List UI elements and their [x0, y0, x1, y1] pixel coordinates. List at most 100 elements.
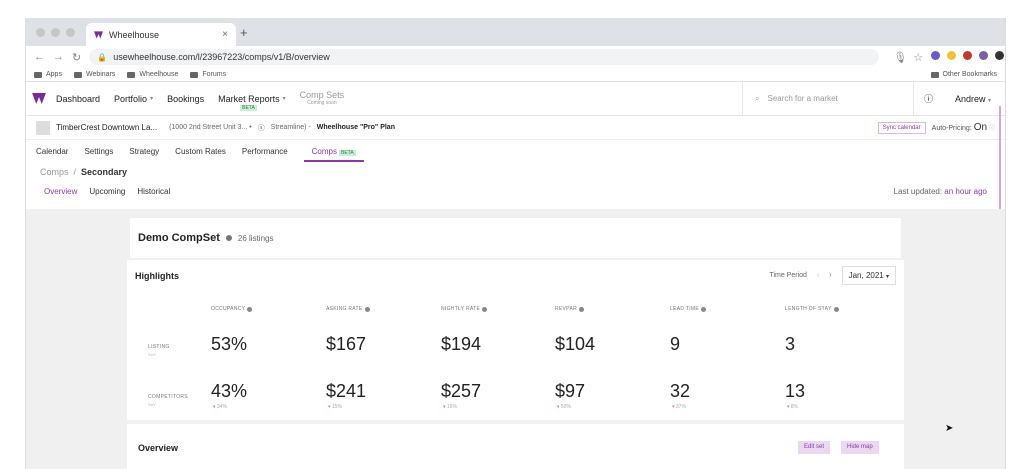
property-address: (1000 2nd Street Unit 3... • — [169, 124, 252, 131]
tab-historical[interactable]: Historical — [137, 187, 170, 196]
close-window-icon[interactable] — [36, 28, 45, 37]
forward-icon[interactable]: → — [53, 51, 64, 63]
hide-map-button[interactable]: Hide map — [841, 441, 879, 454]
nav-market-reports[interactable]: Market Reports ▾ BETA — [218, 94, 286, 111]
bookmark-wheelhouse[interactable]: Wheelhouse — [127, 71, 178, 78]
wheelhouse-logo-icon[interactable] — [26, 82, 52, 115]
minimize-window-icon[interactable] — [51, 28, 60, 37]
auto-pricing-toggle[interactable]: Auto-Pricing: On ⓘ — [932, 122, 995, 133]
user-menu[interactable]: Andrew ▾ — [955, 94, 991, 104]
extension-icon[interactable] — [947, 50, 957, 60]
tab-calendar[interactable]: Calendar — [36, 147, 68, 162]
nav-portfolio[interactable]: Portfolio ▾ — [114, 94, 153, 104]
address-row: ← → ↻ 🔒 usewheelhouse.com/l/23967223/com… — [26, 46, 1005, 68]
lock-icon: 🔒 — [97, 52, 108, 62]
info-icon[interactable] — [833, 306, 839, 312]
row-label-competitors: COMPETITORS YoY — [148, 394, 188, 407]
edit-set-button[interactable]: Edit set — [798, 441, 831, 454]
tab-upcoming[interactable]: Upcoming — [89, 187, 125, 196]
property-name[interactable]: TimberCrest Downtown La... — [56, 123, 157, 132]
back-icon[interactable]: ← — [34, 51, 45, 63]
plan-name: Wheelhouse "Pro" Plan — [316, 124, 395, 131]
info-icon[interactable] — [225, 235, 232, 241]
listing-asking-rate: $167 — [326, 334, 367, 354]
browser-window: Wheelhouse × + ← → ↻ 🔒 usewheelhouse.com… — [25, 18, 1006, 469]
close-tab-icon[interactable]: × — [222, 29, 228, 40]
bookmark-other[interactable]: Other Bookmarks — [930, 71, 997, 78]
listing-occupancy: 53% — [211, 334, 248, 354]
info-icon[interactable] — [579, 306, 584, 312]
breadcrumb-comps[interactable]: Comps — [40, 167, 69, 177]
col-revpar: REVPAR — [555, 306, 584, 312]
info-icon: ⓘ — [988, 126, 995, 132]
extension-icon[interactable] — [979, 50, 989, 60]
tab-overview[interactable]: Overview — [44, 187, 77, 196]
new-tab-icon[interactable]: + — [240, 25, 248, 40]
extensions-puzzle-icon[interactable] — [995, 50, 1005, 60]
nav-bookings[interactable]: Bookings — [167, 94, 204, 104]
listing-length-of-stay: 3 — [785, 334, 796, 354]
competitors-lead-time: 32 — [670, 381, 691, 401]
market-search[interactable]: ⌕ Search for a market — [742, 82, 913, 115]
compset-title: Demo CompSet — [138, 232, 220, 244]
folder-icon — [190, 71, 199, 78]
listing-revpar: $104 — [555, 334, 596, 354]
tab-performance[interactable]: Performance — [242, 147, 288, 162]
mouse-cursor-icon: ➤ — [945, 423, 954, 434]
listing-lead-time: 9 — [670, 334, 681, 354]
chevron-down-icon: ▾ — [282, 96, 286, 102]
bookmark-forums[interactable]: Forums — [190, 71, 226, 78]
window-controls[interactable] — [36, 28, 75, 37]
tab-custom-rates[interactable]: Custom Rates — [175, 147, 226, 162]
property-tabs: Calendar Settings Strategy Custom Rates … — [26, 140, 1005, 162]
help-icon[interactable]: ⓘ — [924, 92, 933, 105]
search-input[interactable]: Search for a market — [767, 94, 837, 103]
tab-comps[interactable]: Comps BETA — [303, 147, 364, 162]
tab-settings[interactable]: Settings — [84, 147, 113, 162]
chevron-down-icon: ▾ — [150, 96, 154, 102]
tab-title: Wheelhouse — [109, 29, 160, 40]
highlights-title: Highlights — [135, 271, 179, 281]
info-icon[interactable] — [364, 306, 370, 312]
nav-dashboard[interactable]: Dashboard — [56, 94, 100, 104]
bookmarks-bar: Apps Webinars Wheelhouse Forums Other Bo… — [26, 68, 1005, 82]
competitors-asking-rate: $241 — [326, 381, 367, 401]
overview-card: Overview Edit set Hide map — [127, 424, 904, 469]
chevron-right-icon[interactable]: › — [829, 272, 831, 279]
folder-icon — [930, 71, 939, 78]
col-occupancy: OCCUPANCY — [211, 306, 253, 312]
tab-strategy[interactable]: Strategy — [129, 147, 159, 162]
col-nightly-rate: NIGHTLY RATE — [441, 306, 488, 312]
bookmark-apps[interactable]: Apps — [34, 71, 62, 78]
time-period: Time Period ‹ › Jan, 2021 ▾ — [769, 266, 896, 285]
beta-badge: BETA — [339, 150, 356, 156]
highlights-card: Highlights Time Period ‹ › Jan, 2021 ▾ O… — [127, 260, 904, 420]
chevron-left-icon[interactable]: ‹ — [817, 272, 819, 279]
sync-calendar-button[interactable]: Sync calendar — [877, 121, 926, 134]
star-icon[interactable]: ☆ — [912, 51, 924, 64]
period-select[interactable]: Jan, 2021 ▾ — [841, 266, 896, 285]
info-icon[interactable] — [482, 306, 488, 312]
competitors-occupancy-delta: 34% — [213, 404, 227, 410]
address-bar[interactable]: 🔒 usewheelhouse.com/l/23967223/comps/v1/… — [89, 49, 880, 65]
breadcrumb: Comps / Secondary — [40, 167, 128, 177]
mic-icon[interactable]: 🎙 — [893, 51, 907, 64]
property-thumbnail — [36, 120, 50, 135]
reload-icon[interactable]: ↻ — [72, 51, 81, 64]
browser-tab[interactable]: Wheelhouse × — [86, 23, 236, 46]
competitors-nightly-rate-delta: 16% — [443, 404, 457, 410]
extension-icon[interactable] — [963, 50, 973, 60]
breadcrumb-current: Secondary — [81, 167, 128, 177]
bookmark-webinars[interactable]: Webinars — [73, 71, 115, 78]
extensions: 🎙 ☆ ⋮ — [893, 50, 1005, 64]
maximize-window-icon[interactable] — [66, 28, 75, 37]
listing-nightly-rate: $194 — [441, 334, 482, 354]
main-content: Demo CompSet 26 listings Highlights Time… — [26, 209, 1005, 469]
competitors-lead-time-delta: 37% — [672, 404, 686, 410]
overview-title: Overview — [138, 443, 179, 453]
pms-icon: ⓢ — [257, 124, 265, 132]
extension-icon[interactable] — [931, 50, 941, 60]
info-icon[interactable] — [701, 306, 707, 312]
search-icon: ⌕ — [755, 93, 760, 103]
info-icon[interactable] — [247, 306, 253, 312]
